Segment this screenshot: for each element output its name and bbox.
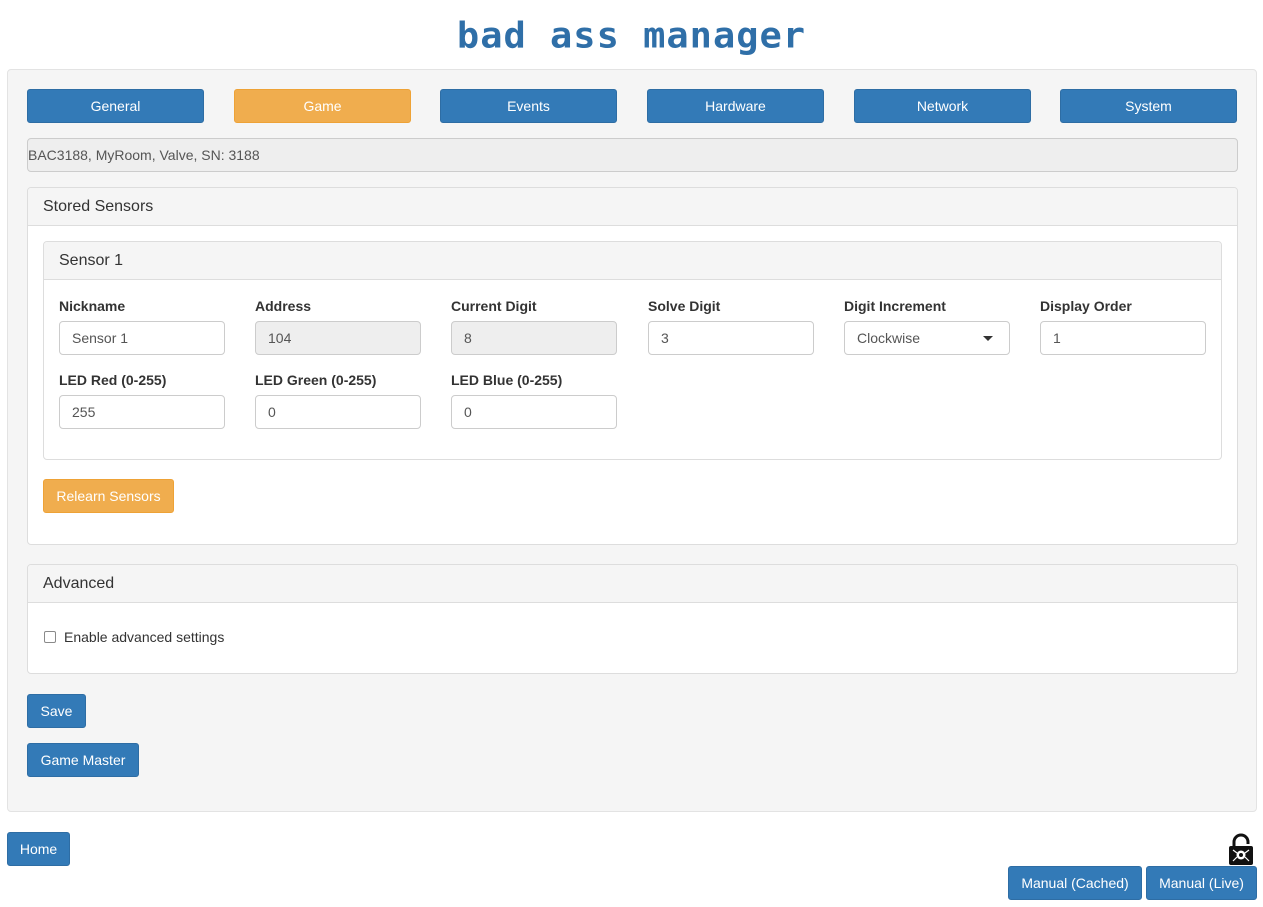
advanced-settings-row: Enable advanced settings (44, 629, 224, 645)
manual-live-button[interactable]: Manual (Live) (1146, 866, 1257, 900)
address-field: Address 104 (255, 296, 421, 355)
caret-down-icon (983, 335, 993, 341)
stored-sensors-heading: Stored Sensors (28, 188, 1237, 226)
display-order-field: Display Order 1 (1040, 296, 1206, 355)
current-digit-field: Current Digit 8 (451, 296, 617, 355)
advanced-settings-label[interactable]: Enable advanced settings (64, 629, 224, 645)
stored-sensors-panel: Stored Sensors Sensor 1 Nickname Sensor … (27, 187, 1238, 545)
address-input: 104 (255, 321, 421, 355)
current-digit-label: Current Digit (451, 298, 537, 314)
tab-hardware[interactable]: Hardware (647, 89, 824, 123)
advanced-settings-checkbox[interactable] (44, 631, 56, 643)
tab-events[interactable]: Events (440, 89, 617, 123)
current-digit-input: 8 (451, 321, 617, 355)
main-well: General Game Events Hardware Network Sys… (7, 69, 1257, 812)
solve-digit-label: Solve Digit (648, 298, 721, 314)
device-info-text: BAC3188, MyRoom, Valve, SN: 3188 (28, 147, 260, 163)
game-master-button[interactable]: Game Master (27, 743, 139, 777)
tab-system[interactable]: System (1060, 89, 1237, 123)
display-order-label: Display Order (1040, 298, 1132, 314)
digit-increment-label: Digit Increment (844, 298, 946, 314)
led-red-label: LED Red (0-255) (59, 372, 167, 388)
digit-increment-select[interactable]: Clockwise (844, 321, 1010, 355)
nickname-field: Nickname Sensor 1 (59, 296, 225, 355)
address-label: Address (255, 298, 312, 314)
digit-increment-field: Digit Increment Clockwise (844, 296, 1010, 355)
lock-icon (1229, 833, 1253, 865)
led-green-field: LED Green (0-255) 0 (255, 370, 421, 429)
manual-cached-button[interactable]: Manual (Cached) (1008, 866, 1142, 900)
solve-digit-input[interactable]: 3 (648, 321, 814, 355)
home-button[interactable]: Home (7, 832, 70, 866)
led-blue-field: LED Blue (0-255) 0 (451, 370, 617, 429)
app-title: bad ass manager (456, 15, 807, 56)
sensor-1-panel: Sensor 1 Nickname Sensor 1 Address 104 C… (43, 241, 1222, 460)
tab-game[interactable]: Game (234, 89, 411, 123)
led-green-label: LED Green (0-255) (255, 372, 377, 388)
nickname-input[interactable]: Sensor 1 (59, 321, 225, 355)
advanced-panel: Advanced Enable advanced settings (27, 564, 1238, 674)
led-red-field: LED Red (0-255) 255 (59, 370, 225, 429)
led-red-input[interactable]: 255 (59, 395, 225, 429)
tab-network[interactable]: Network (854, 89, 1031, 123)
led-blue-input[interactable]: 0 (451, 395, 617, 429)
nickname-label: Nickname (59, 298, 126, 314)
display-order-input[interactable]: 1 (1040, 321, 1206, 355)
led-green-input[interactable]: 0 (255, 395, 421, 429)
save-button[interactable]: Save (27, 694, 86, 728)
device-info-bar: BAC3188, MyRoom, Valve, SN: 3188 (27, 138, 1238, 172)
nav-tabs: General Game Events Hardware Network Sys… (27, 89, 1238, 124)
relearn-sensors-button[interactable]: Relearn Sensors (43, 479, 174, 513)
tab-general[interactable]: General (27, 89, 204, 123)
sensor-1-heading: Sensor 1 (44, 242, 1221, 280)
solve-digit-field: Solve Digit 3 (648, 296, 814, 355)
led-blue-label: LED Blue (0-255) (451, 372, 563, 388)
advanced-heading: Advanced (28, 565, 1237, 603)
